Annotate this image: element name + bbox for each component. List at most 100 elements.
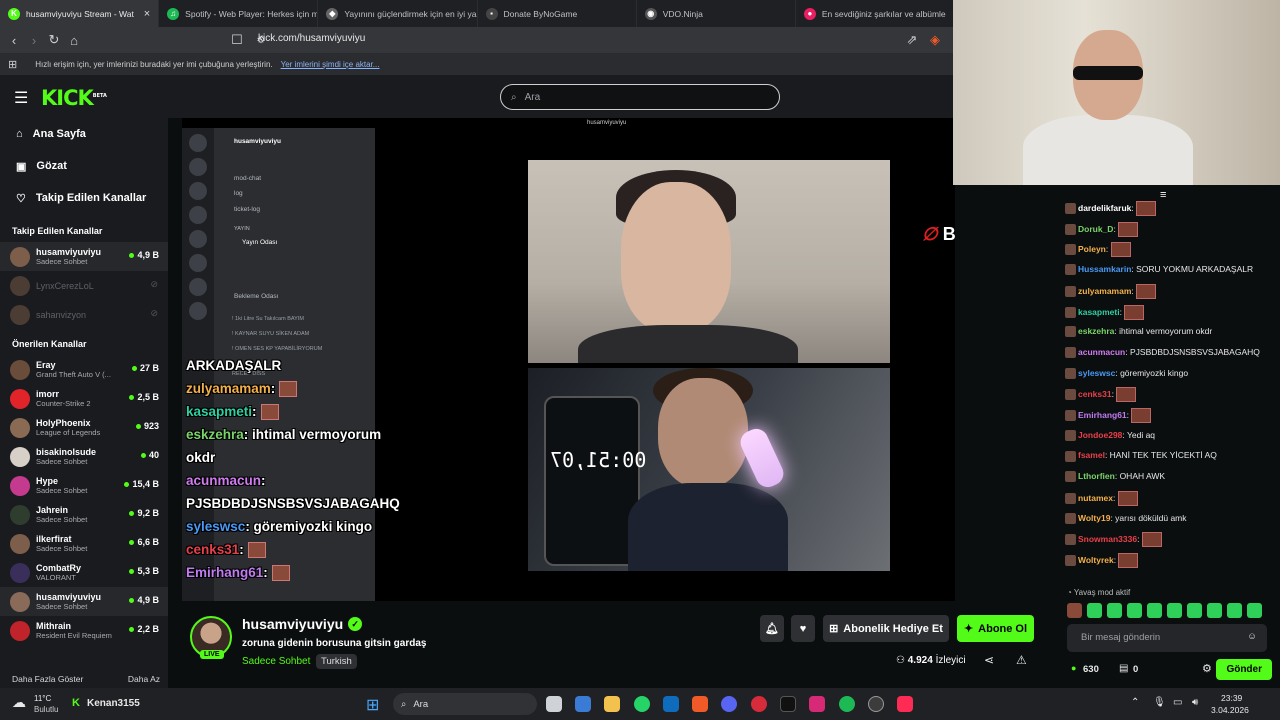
sidebar-channel[interactable]: Mithrain Resident Evil Requiem 2,2 B — [0, 616, 168, 645]
tiktok-icon[interactable] — [780, 696, 796, 712]
chat-menu-icon[interactable]: ≡ — [1160, 189, 1166, 201]
taskbar-user[interactable]: Kenan3155 — [87, 698, 140, 709]
clock-date[interactable]: 3.04.2026 — [1211, 705, 1249, 715]
chat-username[interactable]: acunmacun — [1078, 347, 1125, 357]
bookmark-icon[interactable]: ☐ — [227, 32, 247, 48]
obs-icon[interactable] — [868, 696, 884, 712]
kick-logo[interactable]: KICKBETA — [41, 86, 107, 110]
emote-button[interactable] — [1247, 603, 1262, 618]
store-icon[interactable] — [575, 696, 591, 712]
apps-grid-icon[interactable]: ⊞ — [8, 58, 17, 71]
sidebar-channel[interactable]: CombatRy VALORANT 5,3 B — [0, 558, 168, 587]
sidebar-nav-item[interactable]: ⌂ Ana Sayfa — [0, 118, 168, 150]
sidebar-channel[interactable]: ilkerfirat Sadece Sohbet 6,6 B — [0, 529, 168, 558]
spotify-icon[interactable] — [839, 696, 855, 712]
points-value[interactable]: 630 — [1083, 664, 1099, 675]
sidebar-channel[interactable]: Eray Grand Theft Auto V (... 27 B — [0, 355, 168, 384]
home-page-icon[interactable]: ⌂ — [64, 33, 84, 48]
notification-button[interactable]: 🔔︎ — [760, 615, 784, 642]
tab-close-icon[interactable]: × — [144, 8, 150, 20]
sidebar-channel[interactable]: Jahrein Sadece Sohbet 9,2 B — [0, 500, 168, 529]
browser-tab[interactable]: ▪ Donate ByNoGame — [478, 0, 637, 27]
report-icon[interactable]: ⚠ — [1016, 653, 1027, 667]
sidebar-channel[interactable]: Hype Sadece Sohbet 15,4 B — [0, 471, 168, 500]
show-less-button[interactable]: Daha Az — [128, 674, 160, 684]
mic-icon[interactable]: 🎙︎ — [1153, 697, 1166, 708]
follow-button[interactable]: ♥ — [791, 615, 815, 642]
tray-chevron-icon[interactable]: ⌃ — [1131, 697, 1139, 708]
gift-subscription-button[interactable]: ⊞ Abonelik Hediye Et — [823, 615, 949, 642]
whatsapp-icon[interactable] — [634, 696, 650, 712]
streaming-app-icon[interactable] — [751, 696, 767, 712]
emote-button[interactable] — [1207, 603, 1222, 618]
kick-app-icon[interactable]: K — [72, 697, 80, 709]
search-input[interactable]: ⌕ Ara — [500, 84, 780, 110]
network-icon[interactable]: ▭ — [1173, 697, 1182, 708]
emoji-icon[interactable]: ☺ — [1247, 631, 1257, 642]
outlook-icon[interactable] — [663, 696, 679, 712]
share-icon[interactable]: ⋖ — [984, 653, 994, 667]
chat-username[interactable]: Doruk_D — [1078, 223, 1113, 233]
chat-settings-icon[interactable]: ⚙ — [1202, 662, 1212, 675]
chat-username[interactable]: nutamex — [1078, 493, 1113, 503]
channel-name[interactable]: husamviyuviyu ✓ — [242, 616, 363, 632]
stream-category[interactable]: Sadece Sohbet — [242, 656, 310, 667]
gifts-value[interactable]: 0 — [1133, 664, 1138, 675]
emote-button[interactable] — [1127, 603, 1142, 618]
emote-button[interactable] — [1107, 603, 1122, 618]
chat-username[interactable]: dardelikfaruk — [1078, 203, 1131, 213]
forward-icon[interactable]: › — [24, 33, 44, 48]
brave-shield-icon[interactable]: ◈ — [925, 32, 945, 48]
tiktok-live-icon[interactable] — [897, 696, 913, 712]
emote-button[interactable] — [1227, 603, 1242, 618]
sidebar-channel[interactable]: husamviyuviyu Sadece Sohbet 4,9 B — [0, 587, 168, 616]
clock-time[interactable]: 23:39 — [1221, 693, 1242, 703]
back-icon[interactable]: ‹ — [4, 33, 24, 48]
browser-tab[interactable]: ◆ Yayınını güçlendirmek için en iyi yazı — [318, 0, 478, 27]
chat-username[interactable]: eskzehra — [1078, 326, 1114, 336]
brave-icon[interactable] — [692, 696, 708, 712]
sidebar-channel[interactable]: husamviyuviyu Sadece Sohbet 4,9 B — [0, 242, 168, 271]
browser-tab[interactable]: Khusamviyuviyu Stream - Wat × — [0, 0, 160, 27]
share-icon[interactable]: ⇗ — [902, 32, 922, 48]
chat-username[interactable]: Snowman3336 — [1078, 534, 1137, 544]
chat-username[interactable]: syleswsc — [1078, 368, 1115, 378]
import-bookmarks-link[interactable]: Yer imlerini şimdi içe aktar... — [281, 60, 380, 69]
language-tag[interactable]: Turkish — [316, 654, 357, 669]
video-player[interactable]: husamviyuviyu husamviyuviyu mod-chat log… — [182, 118, 955, 601]
chat-username[interactable]: fsamel — [1078, 450, 1105, 460]
sidebar-channel[interactable]: bisakinolsude Sadece Sohbet 40 — [0, 442, 168, 471]
chat-username[interactable]: kasapmeti — [1078, 306, 1120, 316]
chat-username[interactable]: zulyamamam — [1078, 286, 1131, 296]
address-bar[interactable]: kick.com/husamviyuviyu — [258, 33, 365, 44]
sidebar-nav-item[interactable]: ♡ Takip Edilen Kanallar — [0, 182, 168, 214]
chat-message-input[interactable]: Bir mesaj gönderin ☺ — [1067, 624, 1267, 652]
browser-tab[interactable]: ● En sevdiğiniz şarkılar ve albümle — [796, 0, 956, 27]
task-view-icon[interactable] — [546, 696, 562, 712]
chat-username[interactable]: Lthorfien — [1078, 471, 1115, 481]
reload-icon[interactable]: ↻ — [44, 32, 64, 48]
send-button[interactable]: Gönder — [1216, 659, 1272, 680]
discord-icon[interactable] — [721, 696, 737, 712]
volume-icon[interactable]: 🔊︎ — [1192, 697, 1198, 708]
file-explorer-icon[interactable] — [604, 696, 620, 712]
chat-username[interactable]: Wolty19 — [1078, 513, 1110, 523]
show-more-button[interactable]: Daha Fazla Göster — [12, 674, 83, 684]
emote-button[interactable] — [1067, 603, 1082, 618]
chat-username[interactable]: cenks31 — [1078, 389, 1112, 399]
instagram-icon[interactable] — [809, 696, 825, 712]
emote-button[interactable] — [1147, 603, 1162, 618]
chat-username[interactable]: Poleyn — [1078, 244, 1106, 254]
sidebar-channel[interactable]: HolyPhoenix League of Legends 923 — [0, 413, 168, 442]
start-icon[interactable]: ⊞ — [366, 695, 379, 715]
chat-username[interactable]: Jondoe298 — [1078, 430, 1122, 440]
chat-username[interactable]: Emirhang61 — [1078, 410, 1127, 420]
browser-tab[interactable]: ♫ Spotify - Web Player: Herkes için mü — [159, 0, 319, 27]
subscribe-button[interactable]: ✦ Abone Ol — [957, 615, 1034, 642]
sidebar-channel[interactable]: sahanvizyon ⊘ — [0, 300, 168, 329]
emote-button[interactable] — [1187, 603, 1202, 618]
chat-username[interactable]: Woltyrek — [1078, 555, 1114, 565]
emote-button[interactable] — [1167, 603, 1182, 618]
sidebar-channel[interactable]: LynxCerezLoL ⊘ — [0, 271, 168, 300]
taskbar-search[interactable]: ⌕ Ara — [393, 693, 537, 715]
